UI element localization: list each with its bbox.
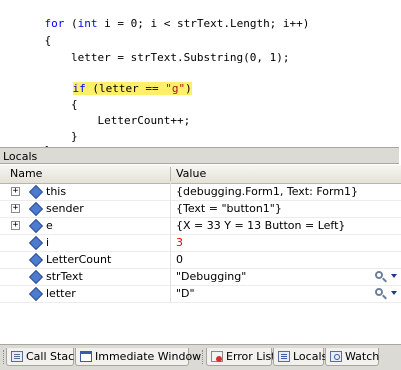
code-editor[interactable]: for (int i = 0; i < strText.Length; i++)… bbox=[0, 0, 401, 157]
expand-icon[interactable]: + bbox=[11, 204, 20, 213]
column-divider[interactable] bbox=[170, 167, 171, 181]
row-divider bbox=[170, 234, 171, 251]
code-text: ) bbox=[185, 82, 192, 95]
local-value[interactable]: "D" bbox=[176, 285, 195, 302]
variable-icon bbox=[28, 235, 44, 251]
column-header-name[interactable]: Name bbox=[10, 165, 42, 183]
locals-row-letter[interactable]: letter "D" bbox=[0, 285, 401, 303]
local-name: letter bbox=[46, 287, 76, 300]
local-value[interactable]: 0 bbox=[176, 251, 183, 268]
local-value[interactable]: "Debugging" bbox=[176, 268, 246, 285]
visualizer-dropdown-icon[interactable] bbox=[391, 274, 397, 278]
local-name: strText bbox=[46, 270, 83, 283]
variable-icon bbox=[28, 286, 44, 302]
variable-icon bbox=[28, 201, 44, 217]
code-text: ( bbox=[64, 17, 78, 30]
row-divider bbox=[170, 200, 171, 217]
code-line-for: for (int i = 0; i < strText.Length; i++) bbox=[18, 1, 310, 30]
keyword-int: int bbox=[77, 17, 98, 30]
locals-icon bbox=[278, 351, 290, 362]
local-value[interactable]: {Text = "button1"} bbox=[176, 200, 282, 217]
locals-grid[interactable]: Name Value + this {debugging.Form1, Text… bbox=[0, 165, 401, 345]
code-text: letter = strText.Substring(0, 1); bbox=[44, 51, 290, 64]
variable-icon bbox=[28, 218, 44, 234]
locals-row-sender[interactable]: + sender {Text = "button1"} bbox=[0, 200, 401, 218]
expand-icon[interactable]: + bbox=[11, 221, 20, 230]
row-divider bbox=[170, 268, 171, 285]
tab-locals[interactable]: Locals bbox=[273, 348, 328, 366]
tab-label: Error List bbox=[226, 350, 276, 363]
tool-window-tabbar: Call Stack Immediate Window Error List L… bbox=[0, 344, 401, 370]
local-name: i bbox=[46, 236, 50, 249]
tab-watch[interactable]: Watch bbox=[325, 348, 379, 366]
tab-call-stack[interactable]: Call Stack bbox=[6, 348, 80, 366]
code-text: i = 0; i < strText.Length; i++) bbox=[97, 17, 310, 30]
error-list-icon bbox=[211, 351, 223, 362]
tab-label: Immediate Window bbox=[95, 350, 202, 363]
variable-icon bbox=[28, 252, 44, 268]
local-value[interactable]: {debugging.Form1, Text: Form1} bbox=[176, 183, 358, 200]
row-divider bbox=[170, 217, 171, 234]
local-name: LetterCount bbox=[46, 253, 112, 266]
code-line-close-brace-inner: } bbox=[18, 114, 78, 143]
watch-icon bbox=[330, 351, 342, 362]
column-header-value[interactable]: Value bbox=[176, 165, 206, 183]
call-stack-icon bbox=[11, 351, 23, 362]
code-line-open-brace-inner: { bbox=[18, 82, 78, 111]
variable-icon bbox=[28, 184, 44, 200]
code-line-open-brace: { bbox=[18, 18, 52, 47]
local-name: this bbox=[46, 185, 67, 198]
expand-icon[interactable]: + bbox=[11, 187, 20, 196]
string-literal: "g" bbox=[165, 82, 186, 95]
variable-icon bbox=[28, 269, 44, 285]
local-value-changed[interactable]: 3 bbox=[176, 234, 183, 251]
current-statement-highlight: if (letter == "g") bbox=[72, 82, 192, 95]
row-divider bbox=[170, 285, 171, 302]
locals-row-e[interactable]: + e {X = 33 Y = 13 Button = Left} bbox=[0, 217, 401, 235]
visualizer-dropdown-icon[interactable] bbox=[391, 291, 397, 295]
local-name: e bbox=[46, 219, 53, 232]
tab-label: Locals bbox=[293, 350, 328, 363]
code-line-substring: letter = strText.Substring(0, 1); bbox=[18, 35, 290, 64]
locals-row-lettercount[interactable]: LetterCount 0 bbox=[0, 251, 401, 269]
visualizer-magnifier-icon[interactable] bbox=[375, 288, 383, 296]
local-value[interactable]: {X = 33 Y = 13 Button = Left} bbox=[176, 217, 345, 234]
locals-row-strtext[interactable]: strText "Debugging" bbox=[0, 268, 401, 286]
row-divider bbox=[170, 251, 171, 268]
locals-row-this[interactable]: + this {debugging.Form1, Text: Form1} bbox=[0, 183, 401, 201]
code-line-close-brace: } bbox=[18, 128, 52, 157]
visualizer-magnifier-icon[interactable] bbox=[375, 271, 383, 279]
tab-immediate-window[interactable]: Immediate Window bbox=[75, 348, 201, 366]
tab-error-list[interactable]: Error List bbox=[206, 348, 276, 366]
code-line-increment: LetterCount++; bbox=[18, 98, 190, 127]
locals-row-i[interactable]: i 3 bbox=[0, 234, 401, 252]
locals-panel-title: Locals bbox=[0, 147, 399, 164]
tab-label: Call Stack bbox=[26, 350, 81, 363]
immediate-window-icon bbox=[80, 351, 92, 362]
local-name: sender bbox=[46, 202, 84, 215]
tab-label: Watch bbox=[345, 350, 380, 363]
locals-grid-header: Name Value bbox=[0, 165, 401, 184]
code-text: (letter == bbox=[85, 82, 166, 95]
code-line-if: if (letter == "g") bbox=[46, 66, 192, 95]
row-divider bbox=[170, 183, 171, 200]
